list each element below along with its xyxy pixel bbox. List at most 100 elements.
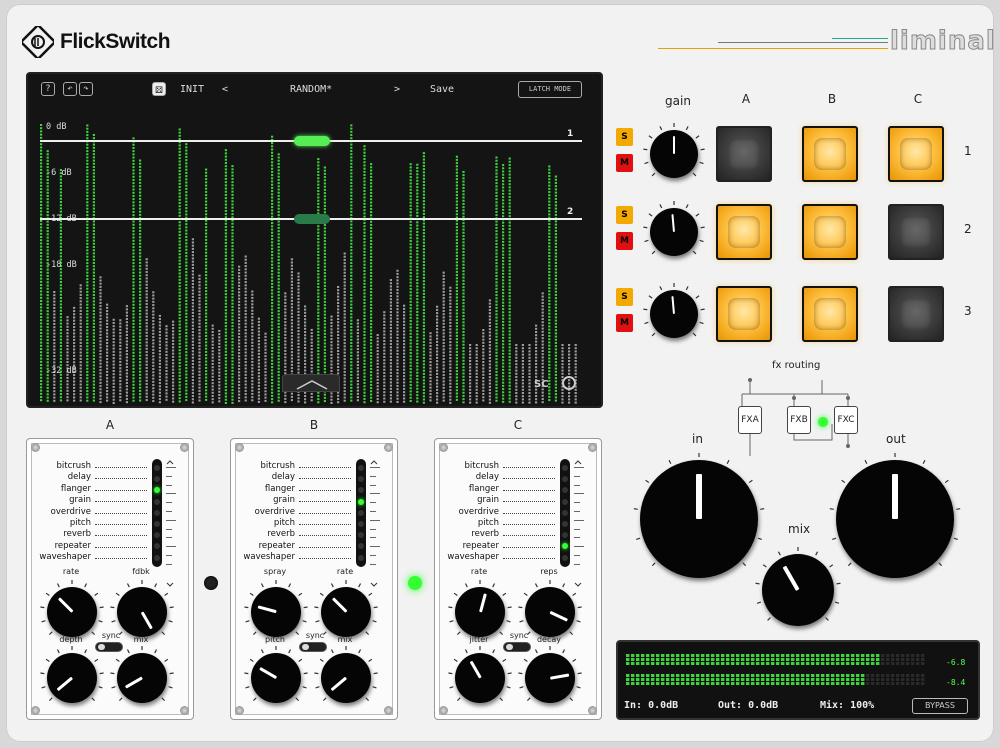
- route-box-fxa[interactable]: FXA: [738, 406, 762, 434]
- mute-button-3[interactable]: M: [616, 314, 633, 332]
- preset-init-button[interactable]: INIT: [180, 84, 204, 95]
- sync-toggle[interactable]: [503, 642, 531, 652]
- pad-b1[interactable]: [802, 126, 858, 182]
- spectrum-cell: [152, 307, 155, 310]
- fx-selector[interactable]: [152, 459, 162, 567]
- sync-toggle[interactable]: [95, 642, 123, 652]
- preset-prev-button[interactable]: <: [222, 84, 228, 95]
- in-knob[interactable]: [633, 453, 765, 578]
- fx-option[interactable]: waveshaper: [35, 552, 147, 563]
- threshold-1-handle[interactable]: [294, 136, 330, 146]
- fx-option[interactable]: delay: [443, 472, 555, 483]
- fx-option[interactable]: grain: [443, 495, 555, 506]
- knob-jitter[interactable]: [448, 646, 512, 703]
- gain-knob-2[interactable]: [643, 201, 705, 256]
- fx-option[interactable]: flanger: [35, 484, 147, 495]
- fx-option[interactable]: waveshaper: [239, 552, 351, 563]
- route-box-fxc[interactable]: FXC: [834, 406, 858, 434]
- mute-button-2[interactable]: M: [616, 232, 633, 250]
- pad-b3[interactable]: [802, 286, 858, 342]
- latch-mode-button[interactable]: LATCH MODE: [518, 81, 582, 98]
- solo-button-1[interactable]: S: [616, 128, 633, 146]
- route-box-fxb[interactable]: FXB: [787, 406, 811, 434]
- fx-selector[interactable]: [560, 459, 570, 567]
- chevron-up-icon[interactable]: [370, 459, 380, 467]
- fx-option[interactable]: delay: [35, 472, 147, 483]
- pad-c3[interactable]: [888, 286, 944, 342]
- chevron-up-icon[interactable]: [574, 459, 584, 467]
- knob-rate[interactable]: [448, 580, 512, 637]
- preset-next-button[interactable]: >: [394, 84, 400, 95]
- knob-reps[interactable]: [518, 580, 582, 637]
- spectrum-cell: [350, 396, 353, 399]
- fx-option[interactable]: grain: [35, 495, 147, 506]
- spectrum-cell: [455, 232, 458, 235]
- fx-option[interactable]: reverb: [443, 529, 555, 540]
- fx-option[interactable]: pitch: [239, 518, 351, 529]
- fx-option[interactable]: pitch: [443, 518, 555, 529]
- spectrum-cell: [244, 367, 247, 370]
- pad-b2[interactable]: [802, 204, 858, 260]
- gear-icon[interactable]: [562, 376, 576, 390]
- link-led-ab[interactable]: [204, 576, 218, 590]
- fx-option[interactable]: bitcrush: [239, 461, 351, 472]
- fx-option[interactable]: overdrive: [239, 507, 351, 518]
- knob-pitch[interactable]: [244, 646, 308, 703]
- spectrum-cell: [271, 346, 274, 349]
- mute-button-1[interactable]: M: [616, 154, 633, 172]
- gain-knob-1[interactable]: [643, 123, 705, 178]
- knob-depth[interactable]: [40, 646, 104, 703]
- fx-option[interactable]: flanger: [443, 484, 555, 495]
- meter-cell: [816, 678, 820, 681]
- fx-option[interactable]: overdrive: [35, 507, 147, 518]
- pad-a2[interactable]: [716, 204, 772, 260]
- save-button[interactable]: Save: [430, 84, 454, 95]
- sync-toggle[interactable]: [299, 642, 327, 652]
- spectrum-cell: [370, 339, 373, 342]
- routing-led[interactable]: [818, 417, 828, 427]
- dice-icon[interactable]: ⚄: [152, 82, 166, 96]
- solo-button-3[interactable]: S: [616, 288, 633, 306]
- fx-option[interactable]: repeater: [35, 541, 147, 552]
- fx-option[interactable]: overdrive: [443, 507, 555, 518]
- pad-a3[interactable]: [716, 286, 772, 342]
- fx-option[interactable]: flanger: [239, 484, 351, 495]
- solo-button-2[interactable]: S: [616, 206, 633, 224]
- pad-a1[interactable]: [716, 126, 772, 182]
- spectrum-cell: [231, 350, 234, 353]
- gain-knob-3[interactable]: [643, 283, 705, 338]
- fx-option[interactable]: reverb: [239, 529, 351, 540]
- out-knob[interactable]: [829, 453, 961, 578]
- knob-spray[interactable]: [244, 580, 308, 637]
- fx-option[interactable]: bitcrush: [443, 461, 555, 472]
- sidechain-button[interactable]: SC: [534, 379, 549, 390]
- knob-decay[interactable]: [518, 646, 582, 703]
- threshold-2-handle[interactable]: [294, 214, 330, 224]
- bypass-button[interactable]: BYPASS: [912, 698, 968, 714]
- fx-selector[interactable]: [356, 459, 366, 567]
- pad-c1[interactable]: [888, 126, 944, 182]
- chevron-up-icon[interactable]: [166, 459, 176, 467]
- knob-mix[interactable]: [110, 646, 174, 703]
- preset-name[interactable]: RANDOM*: [290, 84, 332, 95]
- fx-option[interactable]: delay: [239, 472, 351, 483]
- help-button[interactable]: ?: [41, 82, 55, 96]
- fx-option[interactable]: pitch: [35, 518, 147, 529]
- link-led-bc[interactable]: [408, 576, 422, 590]
- spectrum-cell: [297, 298, 300, 301]
- fx-option[interactable]: repeater: [443, 541, 555, 552]
- undo-button[interactable]: ↶: [63, 82, 77, 96]
- fx-option[interactable]: waveshaper: [443, 552, 555, 563]
- fx-option[interactable]: reverb: [35, 529, 147, 540]
- knob-mix[interactable]: [314, 646, 378, 703]
- expand-tab[interactable]: [282, 374, 340, 392]
- redo-button[interactable]: ↷: [79, 82, 93, 96]
- pad-c2[interactable]: [888, 204, 944, 260]
- knob-fdbk[interactable]: [110, 580, 174, 637]
- knob-rate[interactable]: [314, 580, 378, 637]
- fx-option[interactable]: bitcrush: [35, 461, 147, 472]
- fx-option[interactable]: repeater: [239, 541, 351, 552]
- fx-option[interactable]: grain: [239, 495, 351, 506]
- knob-rate[interactable]: [40, 580, 104, 637]
- mix-knob[interactable]: [755, 547, 841, 626]
